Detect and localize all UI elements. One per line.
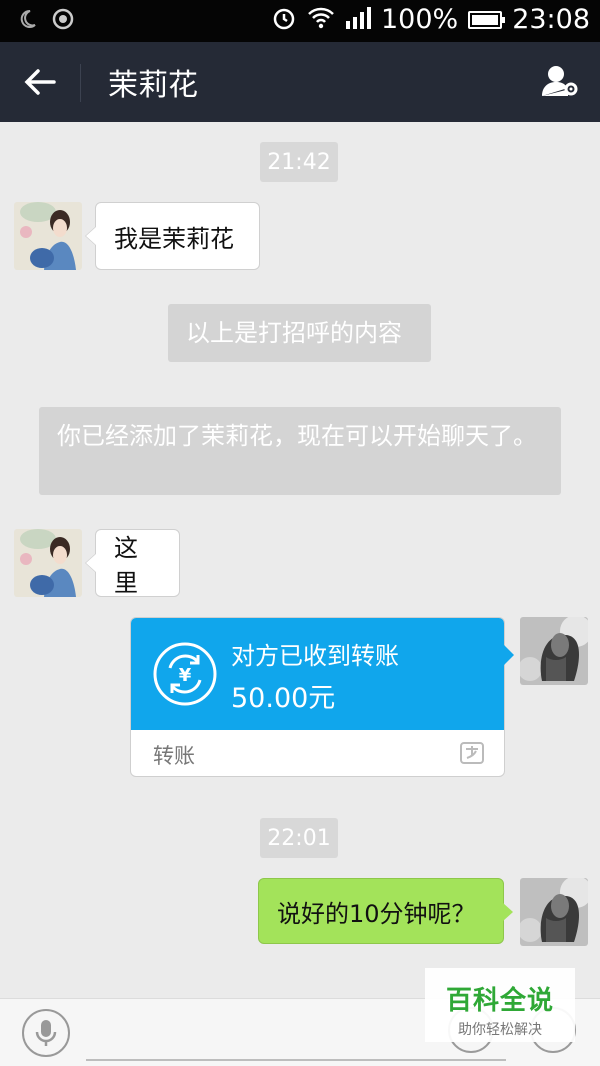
timestamp: 22:01 (260, 818, 338, 858)
system-notice: 你已经添加了茉莉花，现在可以开始聊天了。 (39, 407, 561, 495)
alipay-icon (460, 742, 484, 764)
svg-text:¥: ¥ (179, 665, 192, 686)
signal-icon (345, 6, 371, 33)
watermark-subtitle: 助你轻松解决 (458, 1022, 542, 1038)
system-notice: 以上是打招呼的内容 (168, 304, 431, 362)
transfer-amount: 50.00元 (231, 683, 336, 714)
contact-avatar[interactable] (14, 202, 82, 270)
contact-settings-icon[interactable] (538, 60, 584, 106)
transfer-received-icon: ¥ (153, 642, 217, 706)
transfer-card-header: ¥ 对方已收到转账 50.00元 (131, 618, 504, 730)
wifi-icon (307, 6, 335, 34)
chat-header: 茉莉花 (0, 42, 600, 122)
back-arrow-icon[interactable] (18, 60, 62, 104)
alarm-icon (271, 5, 297, 35)
transfer-status: 对方已收到转账 (231, 642, 399, 670)
battery-percent: 100% (380, 4, 459, 35)
received-message[interactable]: 这里 (85, 529, 180, 597)
message-input[interactable] (86, 1059, 506, 1061)
message-text: 这里 (114, 534, 138, 597)
my-avatar[interactable] (520, 878, 588, 946)
chat-title: 茉莉花 (108, 68, 198, 103)
clock: 23:08 (512, 4, 590, 35)
message-list[interactable]: 21:42 我是茉莉花 以上是打招呼的内容 你已经添加了茉莉花，现在可以开始聊天… (0, 122, 600, 998)
status-bar: 100% 23:08 (0, 0, 600, 42)
timestamp: 21:42 (260, 142, 338, 182)
header-divider (80, 64, 81, 102)
received-message[interactable]: 我是茉莉花 (85, 202, 260, 270)
transfer-card[interactable]: ¥ 对方已收到转账 50.00元 转账 (130, 617, 505, 777)
transfer-label: 转账 (153, 744, 195, 768)
watermark-title: 百科全说 (445, 986, 554, 1016)
my-avatar[interactable] (520, 617, 588, 685)
message-text: 说好的10分钟呢？ (277, 899, 476, 928)
microphone-icon[interactable] (22, 1009, 70, 1057)
record-icon (52, 8, 74, 34)
contact-avatar[interactable] (14, 529, 82, 597)
watermark: 百科全说 助你轻松解决 (425, 968, 575, 1042)
message-text: 我是茉莉花 (114, 224, 234, 253)
moon-icon (16, 8, 38, 34)
battery-icon (468, 10, 506, 29)
sent-message[interactable]: 说好的10分钟呢？ (258, 878, 513, 944)
transfer-bubble-tail (504, 645, 514, 665)
